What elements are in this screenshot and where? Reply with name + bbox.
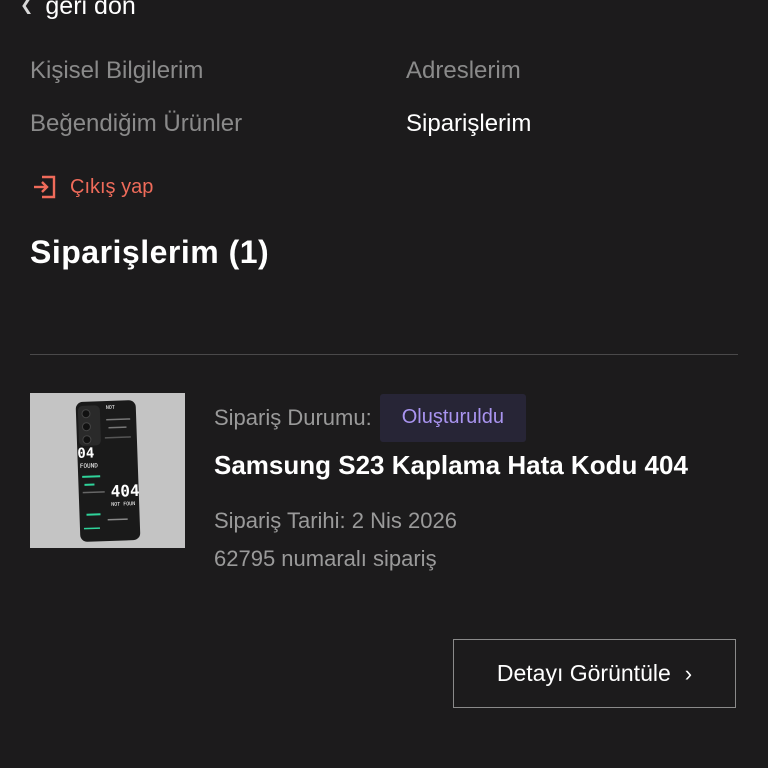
view-details-label: Detayı Görüntüle (496, 660, 671, 686)
chevron-right-icon: › (684, 660, 693, 686)
orders-section-title: Siparişlerim (1) (30, 234, 270, 270)
logout-icon (34, 175, 56, 199)
account-orders-page: ❮ geri dön Kişisel Bilgilerim Adreslerim… (0, 0, 768, 768)
logout-label: Çıkış yap (70, 175, 154, 198)
product-thumbnail[interactable]: NOT 04 FOUND 404 NOT FOUN (30, 393, 185, 548)
menu-item-personal-info[interactable]: Kişisel Bilgilerim (30, 57, 203, 85)
menu-item-addresses[interactable]: Adreslerim (406, 57, 521, 85)
order-date: Sipariş Tarihi: 2 Nis 2026 (214, 508, 457, 533)
order-status-badge: Oluşturuldu (379, 394, 526, 442)
logout-link[interactable]: Çıkış yap (30, 172, 153, 202)
back-link[interactable]: ❮ geri dön (20, 0, 136, 21)
case-text-04: 04 (77, 445, 94, 462)
divider (30, 354, 738, 355)
case-text-not: NOT (106, 405, 115, 411)
order-status-row: Sipariş Durumu: Oluşturuldu (214, 394, 526, 442)
menu-item-favorites[interactable]: Beğendiğim Ürünler (30, 110, 242, 138)
case-text-found: FOUND (80, 462, 99, 470)
view-details-button[interactable]: Detayı Görüntüle › (453, 639, 736, 708)
back-label: geri dön (45, 0, 136, 20)
menu-item-orders[interactable]: Siparişlerim (406, 110, 531, 138)
phone-case-image: NOT 04 FOUND 404 NOT FOUN (30, 393, 185, 548)
case-text-not-foun: NOT FOUN (111, 501, 135, 508)
product-name[interactable]: Samsung S23 Kaplama Hata Kodu 404 (214, 450, 688, 481)
order-number: 62795 numaralı sipariş (214, 546, 437, 571)
order-status-label: Sipariş Durumu: (214, 405, 372, 430)
chevron-left-icon: ❮ (20, 0, 34, 14)
case-text-404: 404 (110, 481, 140, 501)
